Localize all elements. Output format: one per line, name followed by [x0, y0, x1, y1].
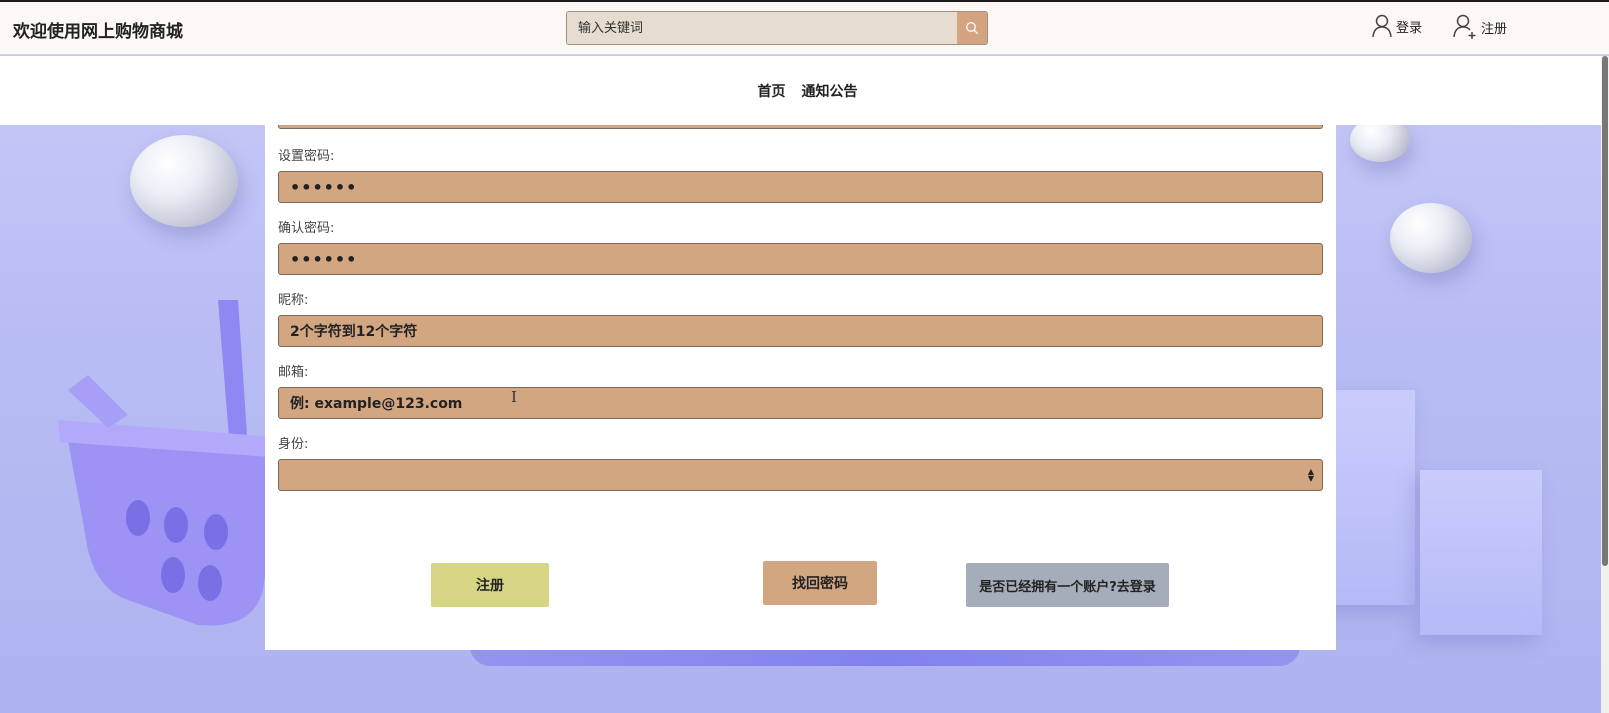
- confirm-password-field[interactable]: ••••••: [278, 243, 1323, 275]
- scrollbar-thumb[interactable]: [1602, 56, 1608, 566]
- email-placeholder: 例: example@123.com: [290, 396, 463, 412]
- decor-sphere: [130, 135, 238, 227]
- site-title: 欢迎使用网上购物商城: [13, 22, 183, 42]
- password-label: 设置密码:: [278, 149, 335, 164]
- page-scrollbar[interactable]: [1601, 56, 1609, 713]
- role-label: 身份:: [278, 437, 309, 452]
- password-value: ••••••: [290, 177, 358, 197]
- nickname-field[interactable]: 2个字符到12个字符: [278, 315, 1323, 347]
- search-button[interactable]: [957, 12, 987, 44]
- role-select[interactable]: ▲ ▼: [278, 459, 1323, 491]
- main-nav: 首页 通知公告: [0, 56, 1609, 125]
- nav-item-home[interactable]: 首页: [758, 81, 786, 101]
- select-arrows-icon: ▲ ▼: [1307, 467, 1314, 483]
- nickname-label: 昵称:: [278, 293, 309, 308]
- register-button[interactable]: 注册: [431, 563, 549, 607]
- login-label: 登录: [1396, 20, 1423, 36]
- register-form-panel: 设置密码: •••••• 确认密码: •••••• 昵称: 2个字符到12个字符…: [265, 117, 1336, 650]
- nickname-placeholder: 2个字符到12个字符: [290, 324, 418, 340]
- email-label: 邮箱:: [278, 365, 309, 380]
- register-link[interactable]: 注册: [1453, 14, 1507, 40]
- email-field[interactable]: 例: example@123.com I: [278, 387, 1323, 419]
- shopping-bag-illustration: [1420, 470, 1542, 635]
- nav-item-announcements[interactable]: 通知公告: [802, 81, 858, 101]
- find-password-button[interactable]: 找回密码: [763, 561, 877, 605]
- confirm-password-label: 确认密码:: [278, 221, 335, 236]
- password-field[interactable]: ••••••: [278, 171, 1323, 203]
- decor-sphere: [1390, 203, 1472, 273]
- text-cursor-icon: I: [511, 388, 517, 406]
- add-user-icon: [1453, 14, 1476, 39]
- confirm-password-value: ••••••: [290, 249, 358, 269]
- basket-illustration: [58, 300, 288, 626]
- search-input[interactable]: [567, 12, 957, 44]
- user-icon: [1372, 14, 1392, 38]
- top-header: 欢迎使用网上购物商城 登录 注册: [0, 0, 1609, 55]
- register-label: 注册: [1481, 21, 1508, 37]
- go-login-button[interactable]: 是否已经拥有一个账户?去登录: [966, 563, 1169, 607]
- search-icon: [966, 22, 979, 35]
- search-bar: [566, 11, 988, 45]
- login-link[interactable]: 登录: [1372, 14, 1422, 38]
